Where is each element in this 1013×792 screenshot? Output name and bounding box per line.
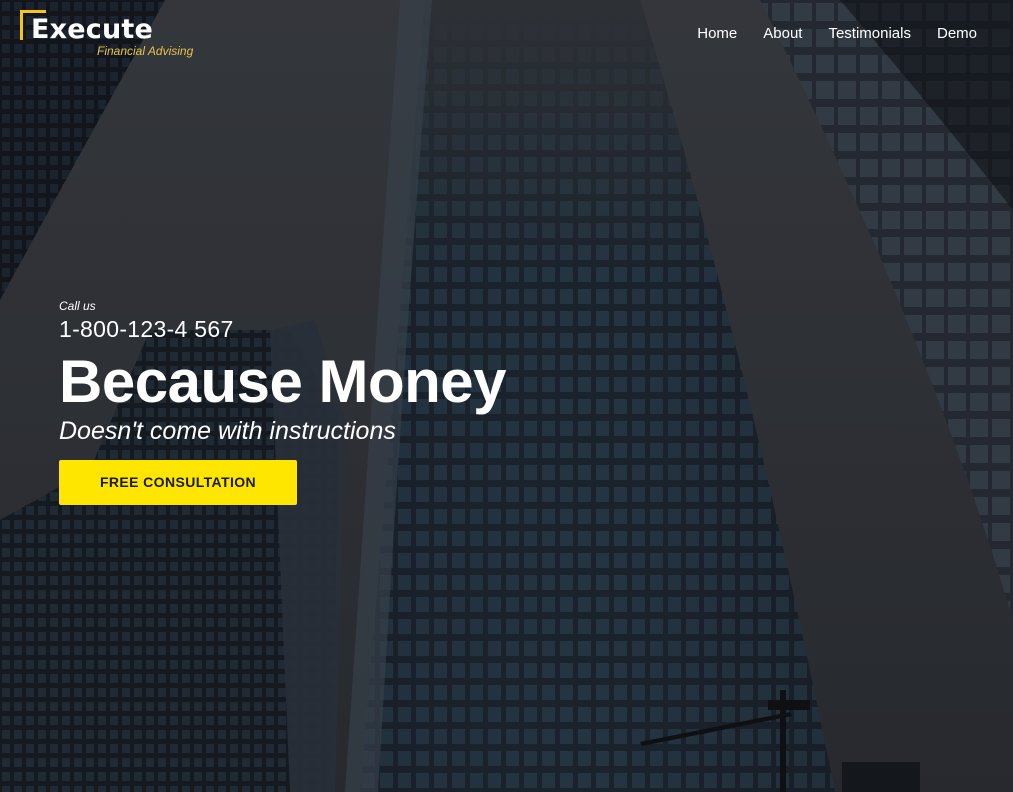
- nav-link-demo[interactable]: Demo: [937, 25, 977, 42]
- phone-number[interactable]: 1-800-123-4 567: [59, 315, 619, 343]
- nav-link-testimonials[interactable]: Testimonials: [828, 25, 911, 42]
- logo-subtitle: Financial Advising: [97, 44, 194, 58]
- logo-title: Execute: [31, 14, 154, 45]
- site-header: Execute Financial Advising Home About Te…: [0, 0, 1013, 70]
- nav-link-home[interactable]: Home: [697, 25, 737, 42]
- hero-section: Execute Financial Advising Home About Te…: [0, 0, 1013, 792]
- hero-subheadline: Doesn't come with instructions: [59, 417, 396, 445]
- hero-content: Call us 1-800-123-4 567 Because Money Do…: [59, 298, 619, 505]
- hero-headline: Because Money: [59, 348, 507, 415]
- logo[interactable]: Execute Financial Advising: [20, 10, 195, 62]
- main-nav: Home About Testimonials Demo: [697, 25, 977, 42]
- free-consultation-button[interactable]: FREE CONSULTATION: [59, 460, 297, 505]
- call-us-label: Call us: [59, 299, 96, 313]
- nav-link-about[interactable]: About: [763, 25, 802, 42]
